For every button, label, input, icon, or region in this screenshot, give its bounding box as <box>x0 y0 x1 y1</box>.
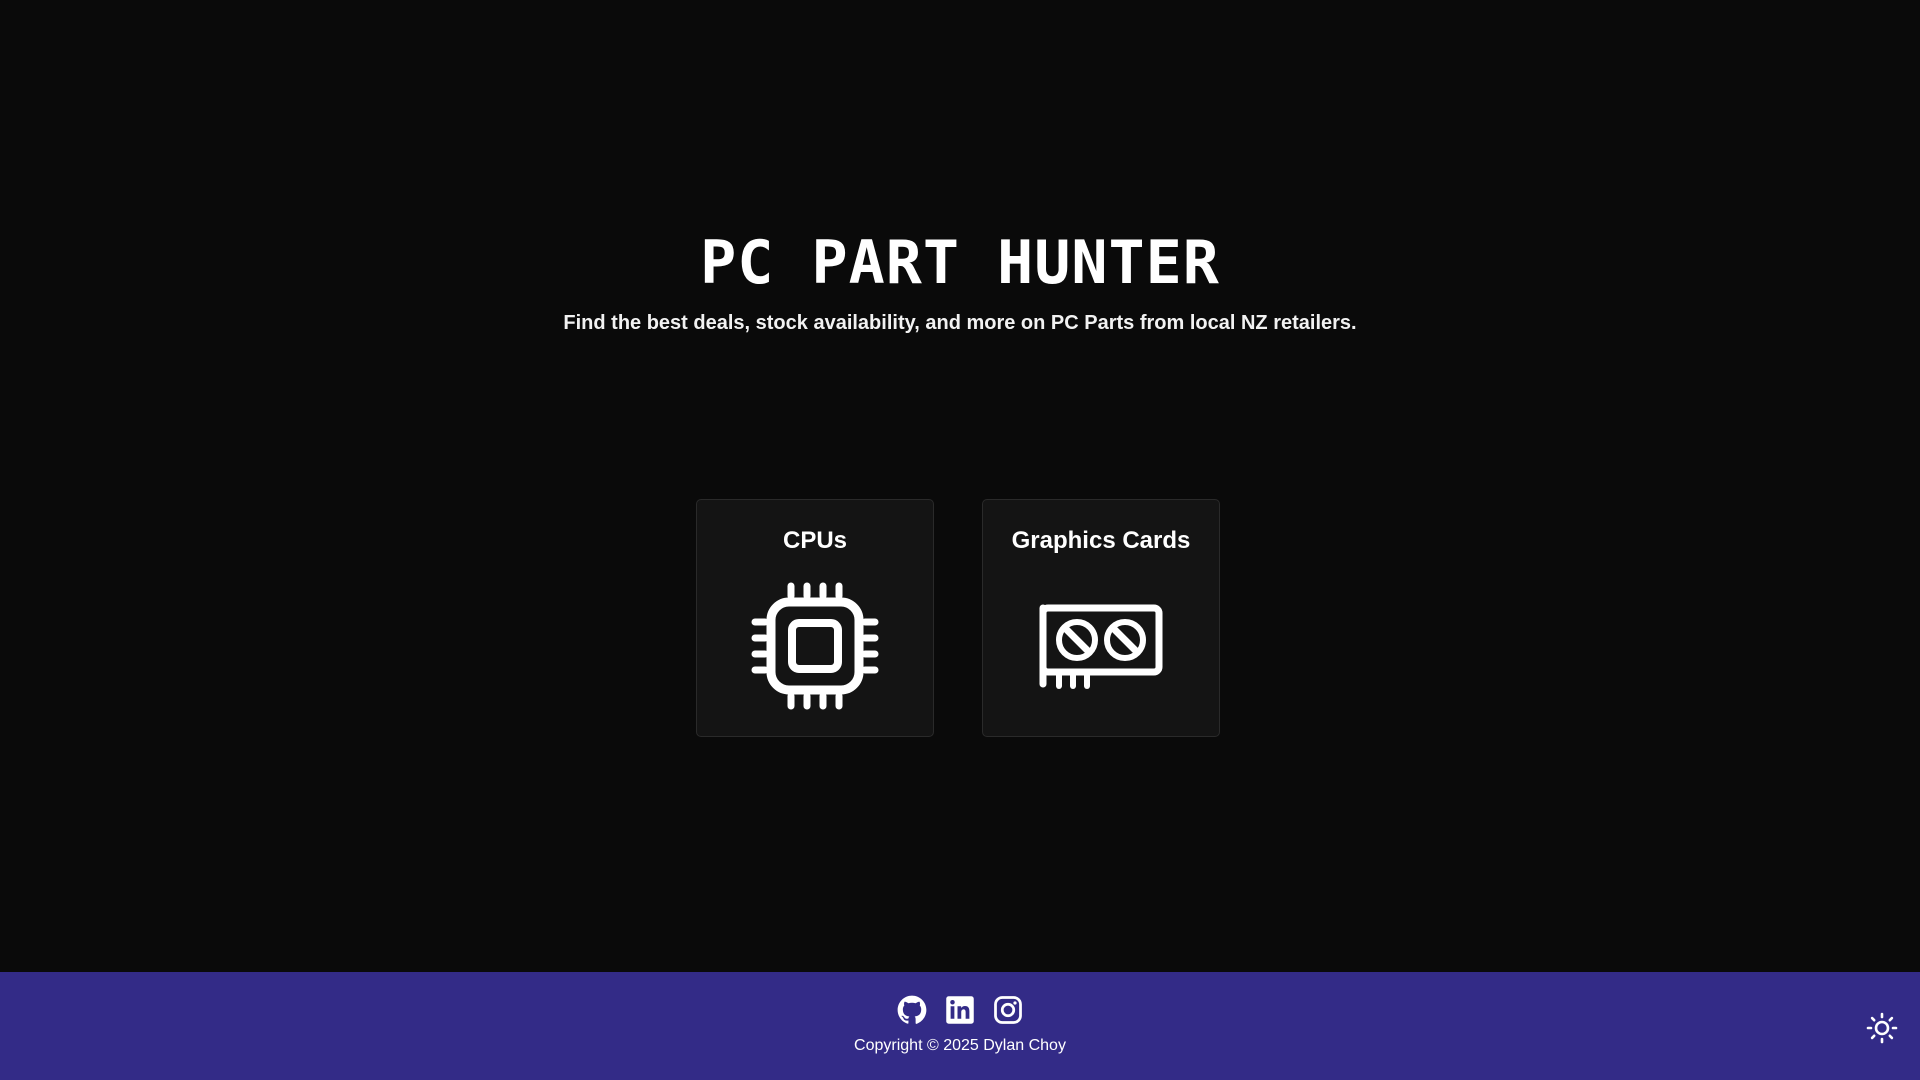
instagram-link[interactable] <box>993 995 1023 1025</box>
category-card-label: Graphics Cards <box>1011 527 1191 554</box>
social-links <box>0 995 1920 1025</box>
page-subtitle: Find the best deals, stock availability,… <box>563 312 1357 334</box>
github-icon <box>897 995 927 1024</box>
linkedin-link[interactable] <box>945 995 975 1025</box>
page-title: PC PART HUNTER <box>700 228 1220 298</box>
graphics-card-icon <box>1039 604 1163 689</box>
category-card-graphics-cards[interactable]: Graphics Cards <box>982 499 1220 737</box>
instagram-icon <box>994 996 1022 1024</box>
sun-icon <box>1866 1012 1898 1044</box>
page: PC PART HUNTER Find the best deals, stoc… <box>0 0 1920 1080</box>
linkedin-icon <box>946 996 974 1024</box>
footer: Copyright © 2025 Dylan Choy <box>0 972 1920 1080</box>
github-link[interactable] <box>897 995 927 1025</box>
category-card-label: CPUs <box>782 527 848 554</box>
main-content: PC PART HUNTER Find the best deals, stoc… <box>0 0 1920 972</box>
theme-toggle-button[interactable] <box>1866 1012 1898 1044</box>
category-cards: CPUs Graphics Cards <box>696 499 1220 737</box>
category-card-cpus[interactable]: CPUs <box>696 499 934 737</box>
cpu-icon <box>751 582 879 710</box>
copyright-text: Copyright © 2025 Dylan Choy <box>854 1037 1066 1054</box>
